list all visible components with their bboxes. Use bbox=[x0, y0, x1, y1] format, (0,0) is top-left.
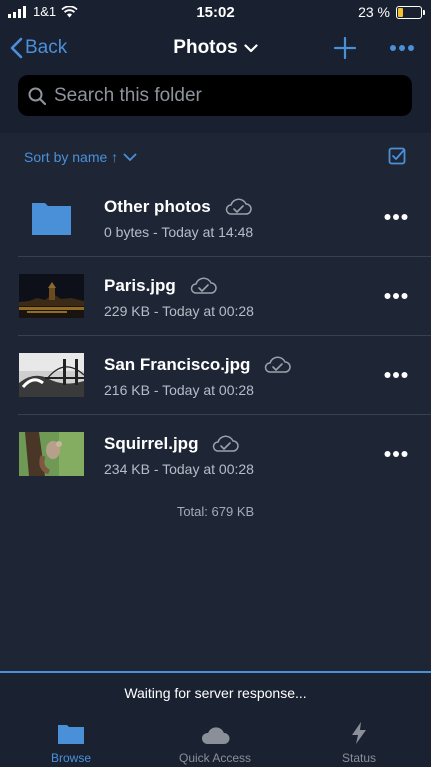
tab-browse[interactable]: Browse bbox=[11, 719, 131, 765]
status-bar: 1&1 15:02 23 % bbox=[0, 0, 431, 24]
header: 1&1 15:02 23 % Back Photos bbox=[0, 0, 431, 133]
file-name: San Francisco.jpg bbox=[104, 355, 251, 374]
cloud-synced-icon bbox=[190, 277, 217, 294]
more-options-icon[interactable] bbox=[384, 212, 408, 222]
tab-bar: Waiting for server response... Browse Qu… bbox=[0, 671, 431, 767]
file-meta: 234 KB - Today at 00:28 bbox=[104, 461, 254, 477]
status-message: Waiting for server response... bbox=[124, 685, 307, 701]
cloud-synced-icon bbox=[213, 435, 240, 452]
file-meta: 216 KB - Today at 00:28 bbox=[104, 382, 254, 398]
file-name: Other photos bbox=[104, 197, 211, 216]
folder-icon bbox=[19, 195, 84, 239]
tab-label: Quick Access bbox=[178, 751, 252, 765]
search-bar[interactable] bbox=[18, 75, 412, 116]
battery-percent: 23 % bbox=[358, 4, 390, 20]
search-input[interactable] bbox=[54, 84, 394, 107]
folder-title-menu[interactable]: Photos bbox=[173, 37, 258, 59]
paris-thumbnail bbox=[19, 274, 84, 318]
folder-icon bbox=[58, 725, 84, 744]
tab-label: Status bbox=[341, 751, 377, 765]
tab-quick-access[interactable]: Quick Access bbox=[155, 719, 275, 765]
list-item-other-photos[interactable]: Other photos 0 bytes - Today at 14:48 bbox=[0, 178, 431, 257]
chevron-down-icon bbox=[123, 153, 137, 161]
lightning-icon bbox=[352, 722, 366, 744]
cloud-synced-icon bbox=[225, 198, 252, 215]
file-name: Paris.jpg bbox=[104, 276, 176, 295]
file-meta: 0 bytes - Today at 14:48 bbox=[104, 224, 254, 240]
cloud-synced-icon bbox=[265, 356, 292, 373]
file-meta: 229 KB - Today at 00:28 bbox=[104, 303, 254, 319]
sort-button[interactable]: Sort by name ↑ bbox=[24, 149, 137, 165]
navigation-bar: Back Photos bbox=[0, 30, 431, 68]
more-options-icon[interactable] bbox=[384, 291, 408, 301]
sort-label: Sort by name ↑ bbox=[24, 149, 119, 165]
sort-bar: Sort by name ↑ bbox=[0, 133, 431, 178]
select-checkbox-icon[interactable] bbox=[388, 147, 406, 165]
chevron-down-icon bbox=[244, 43, 258, 52]
battery-level bbox=[398, 7, 404, 17]
add-icon[interactable] bbox=[333, 36, 357, 60]
san-francisco-thumbnail bbox=[19, 353, 84, 397]
tab-label: Browse bbox=[50, 751, 91, 765]
more-options-icon[interactable] bbox=[384, 370, 408, 380]
page-title: Photos bbox=[173, 37, 238, 58]
total-size: Total: 679 KB bbox=[176, 504, 255, 519]
tab-status[interactable]: Status bbox=[299, 719, 419, 765]
list-item-paris[interactable]: Paris.jpg 229 KB - Today at 00:28 bbox=[0, 257, 431, 336]
more-options-icon[interactable] bbox=[389, 38, 415, 58]
search-icon bbox=[28, 87, 46, 105]
more-options-icon[interactable] bbox=[384, 449, 408, 459]
battery-icon bbox=[396, 5, 425, 19]
cloud-icon bbox=[201, 727, 230, 744]
list-item-squirrel[interactable]: Squirrel.jpg 234 KB - Today at 00:28 bbox=[0, 415, 431, 494]
file-name: Squirrel.jpg bbox=[104, 434, 199, 453]
squirrel-thumbnail bbox=[19, 432, 84, 476]
list-item-san-francisco[interactable]: San Francisco.jpg 216 KB - Today at 00:2… bbox=[0, 336, 431, 415]
